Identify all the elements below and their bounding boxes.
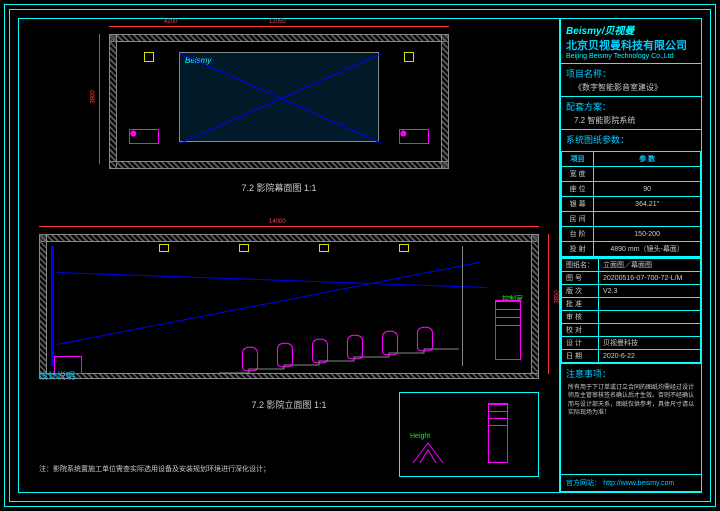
info-row: 版 次V2.3 (562, 285, 701, 298)
detail-view: Height (399, 392, 539, 477)
inner-frame: 12050 4200 3800 Beismy ⬤ ⬤ 7.2 影院幕面图 1:1… (9, 9, 711, 502)
equipment-rack (495, 300, 521, 360)
info-row: 日 期2020-6-22 (562, 350, 701, 363)
step-profile (219, 343, 459, 373)
param-row: 座 位90 (562, 182, 701, 197)
control-room: 控制室 (462, 246, 527, 366)
screen-elevation-view: 12050 4200 3800 Beismy ⬤ ⬤ 7.2 影院幕面图 1:1 (109, 34, 449, 189)
notice-label: 注意事项： (566, 367, 696, 380)
info-row: 批 准 (562, 298, 701, 311)
top-view-title: 7.2 影院幕面图 1:1 (109, 181, 449, 194)
footnote: 注：影院系统置施工单位需查实际选用设备及安装规划环境进行深化设计； (39, 464, 270, 474)
title-block: Beismy/贝视曼 北京贝视曼科技有限公司 Beijing Beismy Te… (560, 18, 702, 493)
projection-screen: Beismy (179, 52, 379, 142)
info-row: 审 核 (562, 311, 701, 324)
project-label: 项目名称： (566, 67, 696, 80)
params-label: 系统图纸参数： (561, 130, 701, 149)
website-url: http://www.beismy.com (603, 480, 674, 487)
info-row: 校 对 (562, 324, 701, 337)
drawing-area: 12050 4200 3800 Beismy ⬤ ⬤ 7.2 影院幕面图 1:1… (18, 18, 560, 493)
scheme-label: 配套方案： (566, 100, 696, 113)
param-row: 台 阶150-200 (562, 227, 701, 242)
param-row: 宽 度 (562, 167, 701, 182)
param-row: 投 射4890 mm（镜头-幕面） (562, 242, 701, 257)
drawing-info-table: 图纸名：立面图／幕面图 图 号20200516-07-700-72-L/M版 次… (561, 258, 701, 363)
outer-frame: 12050 4200 3800 Beismy ⬤ ⬤ 7.2 影院幕面图 1:1… (4, 4, 716, 507)
notice-text: 所有用于下订单或订立合同的图纸均需经过设计师及主管审核签名确认后才生效。否则不经… (566, 382, 696, 420)
info-row: 图 号20200516-07-700-72-L/M (562, 272, 701, 285)
logo-block: Beismy/贝视曼 北京贝视曼科技有限公司 Beijing Beismy Te… (561, 19, 701, 64)
info-row: 设 计贝视曼科技 (562, 337, 701, 350)
project-name: 《数字智能影音室建设》 (566, 82, 696, 93)
website-label: 官方网站： (566, 480, 601, 487)
param-row: 银 幕364.21" (562, 197, 701, 212)
scheme-name: 7.2 智能影院系统 (566, 115, 696, 126)
design-note-label: 设计说明： (39, 369, 84, 382)
theater-section-view: 14000 3850 控制室 (39, 234, 539, 409)
param-row: 民 间 (562, 212, 701, 227)
screen-surface (51, 246, 54, 366)
params-table: 项目参 数 宽 度座 位90银 幕364.21"民 间台 阶150-200投 射… (561, 151, 701, 257)
